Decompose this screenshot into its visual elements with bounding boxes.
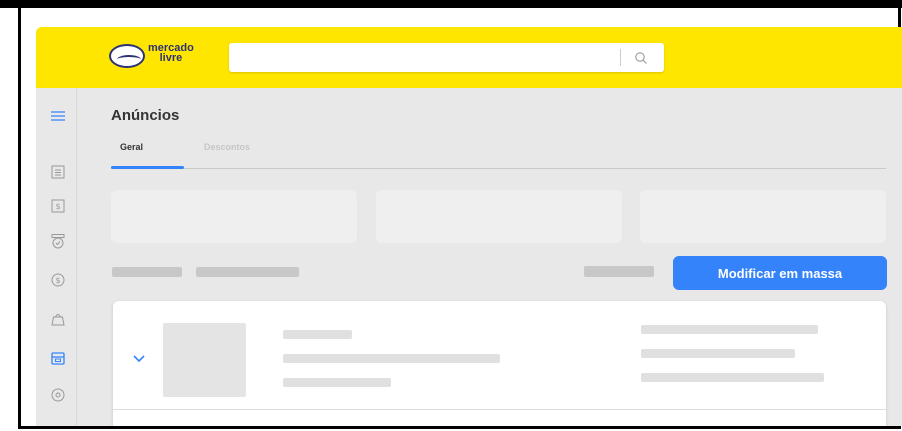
search-divider — [620, 49, 621, 66]
listing-text-placeholder — [283, 378, 391, 387]
active-tab-indicator — [111, 166, 184, 169]
tab-descontos[interactable]: Descontos — [204, 142, 250, 152]
badge-icon[interactable] — [50, 233, 66, 249]
app-window: mercado livre $ $ Anúncios Geral Descont… — [36, 27, 902, 426]
price-tag-icon[interactable]: $ — [50, 198, 66, 214]
listing-detail-placeholder — [641, 373, 824, 382]
listing-row-divider — [113, 409, 886, 410]
listing-text-placeholder — [283, 354, 500, 363]
summary-card-placeholder — [640, 190, 886, 243]
sidebar: $ $ — [36, 88, 77, 426]
list-icon[interactable] — [50, 164, 66, 180]
listing-card — [113, 301, 886, 426]
filter-placeholder — [196, 267, 299, 277]
settings-icon[interactable] — [50, 387, 66, 403]
main-content: Anúncios Geral Descontos Modificar em ma… — [77, 88, 902, 426]
frame-border-left — [18, 8, 21, 428]
page-title: Anúncios — [111, 107, 180, 124]
filter-placeholder — [112, 267, 182, 277]
frame-border-bottom — [18, 426, 901, 429]
search-input[interactable] — [229, 43, 664, 72]
store-icon[interactable] — [50, 350, 66, 366]
listing-detail-placeholder — [641, 325, 818, 334]
chevron-down-icon[interactable] — [132, 353, 146, 363]
handshake-icon — [109, 44, 145, 68]
menu-icon[interactable] — [50, 108, 66, 124]
shopping-bag-icon[interactable] — [50, 311, 66, 327]
listing-detail-placeholder — [641, 349, 795, 358]
bulk-modify-button[interactable]: Modificar em massa — [673, 256, 887, 290]
tab-geral[interactable]: Geral — [120, 142, 143, 152]
top-header: mercado livre — [36, 27, 902, 88]
svg-text:$: $ — [55, 202, 60, 211]
sort-placeholder — [584, 266, 654, 277]
svg-text:$: $ — [55, 276, 60, 285]
listing-text-placeholder — [283, 330, 352, 339]
summary-card-placeholder — [376, 190, 622, 243]
listing-thumbnail-placeholder — [163, 323, 246, 397]
logo-text-line2: livre — [159, 52, 183, 64]
tabs-divider — [111, 168, 886, 169]
frame-border-top — [0, 0, 902, 8]
screenshot-frame: mercado livre $ $ Anúncios Geral Descont… — [0, 0, 902, 431]
dollar-icon[interactable]: $ — [50, 272, 66, 288]
summary-card-placeholder — [111, 190, 357, 243]
search-icon[interactable] — [634, 51, 648, 65]
handshake-shape — [117, 55, 141, 64]
mercado-livre-logo[interactable]: mercado livre — [109, 42, 209, 72]
logo-text: mercado livre — [148, 43, 194, 64]
